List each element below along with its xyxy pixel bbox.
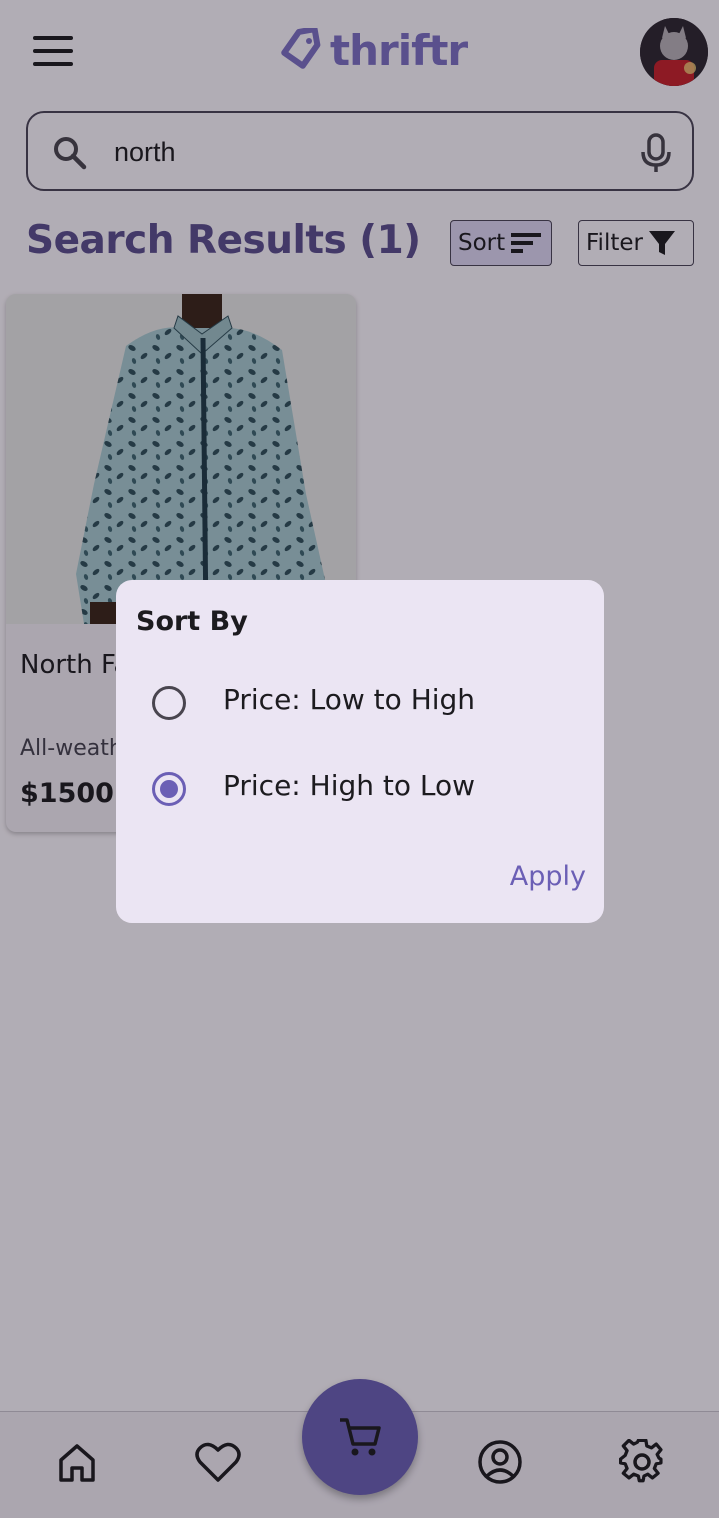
sort-option-low-to-high[interactable]: Price: Low to High (116, 672, 604, 732)
sort-option-label: Price: Low to High (223, 683, 476, 716)
dialog-title: Sort By (136, 606, 248, 637)
sort-dialog: Sort By Price: Low to High Price: High t… (116, 580, 604, 923)
radio-unselected-icon[interactable] (152, 686, 186, 720)
radio-selected-icon[interactable] (152, 772, 186, 806)
sort-option-high-to-low[interactable]: Price: High to Low (116, 758, 604, 818)
sort-option-label: Price: High to Low (223, 769, 476, 802)
apply-button[interactable]: Apply (486, 852, 586, 900)
